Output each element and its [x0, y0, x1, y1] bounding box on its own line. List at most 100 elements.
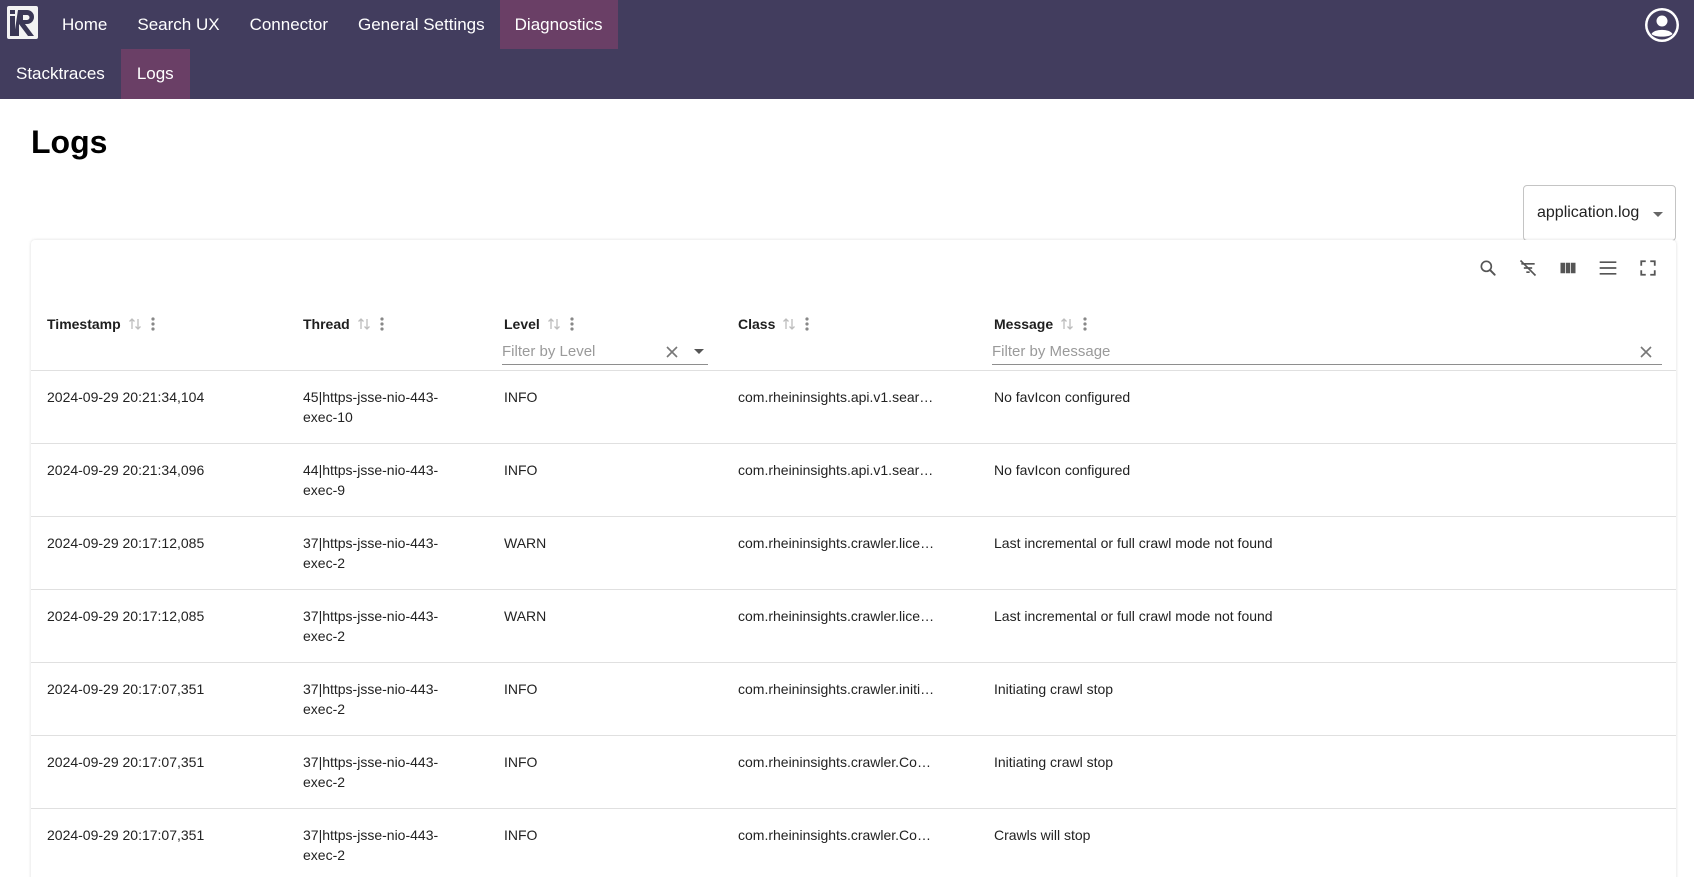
account-circle-icon[interactable] [1644, 7, 1680, 43]
cell-message: Last incremental or full crawl mode not … [994, 535, 1273, 551]
cell-timestamp: 2024-09-29 20:17:07,351 [47, 681, 205, 697]
nav-diagnostics[interactable]: Diagnostics [499, 0, 618, 49]
column-menu-icon[interactable] [1082, 316, 1088, 332]
thread-line-2: exec-2 [303, 628, 346, 644]
nav-general-settings[interactable]: General Settings [343, 0, 500, 49]
thread-line-1: 37|https-jsse-nio-443- [303, 535, 439, 551]
thread-line-2: exec-2 [303, 774, 346, 790]
column-header-thread[interactable]: Thread [303, 314, 385, 334]
cell-thread: 37|https-jsse-nio-443- exec-2 [303, 679, 453, 719]
column-label-level: Level [504, 316, 540, 332]
column-header-message[interactable]: Message [994, 314, 1088, 334]
nav-search-ux[interactable]: Search UX [122, 0, 234, 49]
column-header-timestamp[interactable]: Timestamp [47, 314, 156, 334]
close-icon[interactable] [1638, 344, 1654, 360]
column-label-thread: Thread [303, 316, 350, 332]
main-navigation: Home Search UX Connector General Setting… [47, 0, 618, 49]
column-menu-icon[interactable] [379, 316, 385, 332]
cell-timestamp: 2024-09-29 20:21:34,096 [47, 462, 205, 478]
cell-level: INFO [504, 754, 538, 770]
nav-connector[interactable]: Connector [235, 0, 343, 49]
cell-class: com.rheininsights.crawler.lice… [738, 535, 935, 551]
nav-home[interactable]: Home [47, 0, 122, 49]
thread-line-1: 37|https-jsse-nio-443- [303, 681, 439, 697]
sub-navigation: Stacktraces Logs [0, 49, 190, 99]
thread-line-1: 37|https-jsse-nio-443- [303, 827, 439, 843]
column-menu-icon[interactable] [150, 316, 156, 332]
level-filter [502, 338, 708, 365]
sort-icon[interactable] [547, 317, 561, 331]
thread-line-2: exec-2 [303, 847, 346, 863]
columns-icon[interactable] [1554, 254, 1582, 282]
subnav-logs[interactable]: Logs [120, 49, 190, 99]
message-filter-input[interactable] [992, 342, 1612, 360]
level-filter-input[interactable] [502, 342, 662, 360]
cell-message: No favIcon configured [994, 389, 1131, 405]
thread-line-2: exec-2 [303, 555, 346, 571]
cell-timestamp: 2024-09-29 20:17:12,085 [47, 608, 205, 624]
fullscreen-icon[interactable] [1634, 254, 1662, 282]
sort-icon[interactable] [782, 317, 796, 331]
table-toolbar [1474, 254, 1662, 282]
search-icon[interactable] [1474, 254, 1502, 282]
log-file-select-value: application.log [1537, 204, 1640, 221]
cell-level: WARN [504, 608, 547, 624]
thread-line-2: exec-9 [303, 482, 346, 498]
sort-icon[interactable] [1060, 317, 1074, 331]
log-file-select[interactable]: application.log [1523, 185, 1676, 241]
cell-message: Initiating crawl stop [994, 681, 1114, 697]
cell-message: Initiating crawl stop [994, 754, 1114, 770]
column-menu-icon[interactable] [569, 316, 575, 332]
thread-line-1: 37|https-jsse-nio-443- [303, 754, 439, 770]
chevron-down-icon [1653, 212, 1663, 217]
filter-off-icon[interactable] [1514, 254, 1542, 282]
thread-line-1: 45|https-jsse-nio-443- [303, 389, 439, 405]
cell-message: Crawls will stop [994, 827, 1091, 843]
page-title: Logs [31, 124, 108, 160]
thread-line-2: exec-2 [303, 701, 346, 717]
thread-line-1: 37|https-jsse-nio-443- [303, 608, 439, 624]
density-icon[interactable] [1594, 254, 1622, 282]
thread-line-1: 44|https-jsse-nio-443- [303, 462, 439, 478]
table-row[interactable]: 2024-09-29 20:17:12,085 37|https-jsse-ni… [31, 590, 1676, 663]
cell-message: No favIcon configured [994, 462, 1131, 478]
cell-timestamp: 2024-09-29 20:17:12,085 [47, 535, 205, 551]
cell-class: com.rheininsights.crawler.lice… [738, 608, 935, 624]
column-label-class: Class [738, 316, 776, 332]
column-label-message: Message [994, 316, 1054, 332]
sort-icon[interactable] [357, 317, 371, 331]
app-logo[interactable] [7, 6, 38, 39]
sort-icon[interactable] [128, 317, 142, 331]
cell-level: INFO [504, 827, 538, 843]
column-header-level[interactable]: Level [504, 314, 575, 334]
cell-timestamp: 2024-09-29 20:21:34,104 [47, 389, 205, 405]
cell-thread: 37|https-jsse-nio-443- exec-2 [303, 606, 453, 646]
cell-level: INFO [504, 462, 538, 478]
cell-class: com.rheininsights.api.v1.sear… [738, 462, 934, 478]
cell-class: com.rheininsights.crawler.initi… [738, 681, 935, 697]
thread-line-2: exec-10 [303, 409, 353, 425]
logo-icon [10, 10, 34, 36]
column-menu-icon[interactable] [804, 316, 810, 332]
close-icon[interactable] [664, 344, 680, 360]
cell-class: com.rheininsights.crawler.Co… [738, 754, 931, 770]
cell-thread: 45|https-jsse-nio-443- exec-10 [303, 387, 453, 427]
subnav-stacktraces[interactable]: Stacktraces [0, 49, 121, 99]
chevron-down-icon[interactable] [694, 349, 704, 354]
table-row[interactable]: 2024-09-29 20:17:12,085 37|https-jsse-ni… [31, 517, 1676, 590]
cell-level: INFO [504, 389, 538, 405]
table-body: 2024-09-29 20:21:34,104 45|https-jsse-ni… [31, 371, 1676, 877]
column-header-class[interactable]: Class [738, 314, 810, 334]
cell-class: com.rheininsights.api.v1.sear… [738, 389, 934, 405]
table-row[interactable]: 2024-09-29 20:17:07,351 37|https-jsse-ni… [31, 663, 1676, 736]
cell-thread: 37|https-jsse-nio-443- exec-2 [303, 825, 453, 865]
table-header: Timestamp Thread Level Class Message [31, 302, 1676, 371]
table-row[interactable]: 2024-09-29 20:17:07,351 37|https-jsse-ni… [31, 809, 1676, 877]
table-row[interactable]: 2024-09-29 20:21:34,096 44|https-jsse-ni… [31, 444, 1676, 517]
cell-thread: 37|https-jsse-nio-443- exec-2 [303, 533, 453, 573]
cell-thread: 37|https-jsse-nio-443- exec-2 [303, 752, 453, 792]
table-row[interactable]: 2024-09-29 20:17:07,351 37|https-jsse-ni… [31, 736, 1676, 809]
cell-level: WARN [504, 535, 547, 551]
cell-timestamp: 2024-09-29 20:17:07,351 [47, 754, 205, 770]
table-row[interactable]: 2024-09-29 20:21:34,104 45|https-jsse-ni… [31, 371, 1676, 444]
